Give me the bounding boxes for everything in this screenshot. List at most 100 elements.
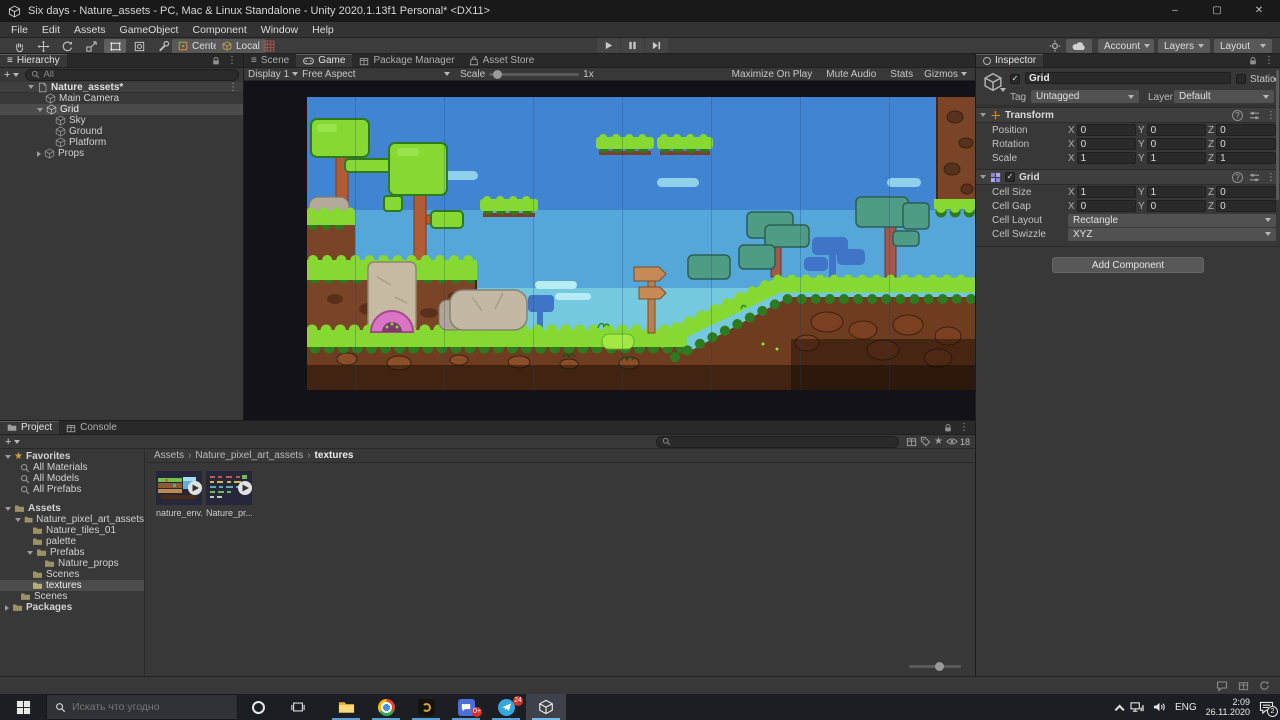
menu-component[interactable]: Component <box>185 22 253 38</box>
static-checkbox[interactable] <box>1236 74 1246 84</box>
minimize-button[interactable]: – <box>1154 0 1196 22</box>
menu-gameobject[interactable]: GameObject <box>113 22 186 38</box>
tree-palette[interactable]: palette <box>0 536 144 547</box>
create-object-caret[interactable] <box>13 73 19 77</box>
panel-menu-icon[interactable]: ⋮ <box>227 55 237 66</box>
tag-dropdown[interactable]: Untagged <box>1031 90 1139 103</box>
project-search-input[interactable] <box>674 436 893 447</box>
search-by-label-icon[interactable] <box>920 436 931 447</box>
rotation-y-field[interactable]: 0 <box>1147 138 1206 150</box>
custom-tool-icon[interactable] <box>152 39 174 53</box>
cloud-services-button[interactable] <box>1066 39 1092 53</box>
display-dropdown[interactable]: Display 1 <box>248 69 298 80</box>
panel-menu-icon[interactable]: ⋮ <box>959 422 969 433</box>
tab-scene[interactable]: ≡ Scene <box>244 54 296 67</box>
favorites-all-prefabs[interactable]: All Prefabs <box>0 484 144 495</box>
close-button[interactable]: ✕ <box>1238 0 1280 22</box>
favorites-root[interactable]: ★ Favorites <box>0 451 144 462</box>
action-center-button[interactable]: 2 <box>1259 701 1274 714</box>
hierarchy-item-main-camera[interactable]: Main Camera <box>0 93 243 104</box>
cell-size-z-field[interactable]: 0 <box>1216 186 1276 198</box>
presets-icon[interactable] <box>1249 110 1260 121</box>
task-view-button[interactable] <box>278 694 318 720</box>
tree-scenes[interactable]: Scenes <box>0 591 144 602</box>
rect-tool-icon[interactable] <box>104 39 126 53</box>
active-checkbox[interactable]: ✓ <box>1010 74 1020 84</box>
menu-help[interactable]: Help <box>305 22 341 38</box>
cell-gap-x-field[interactable]: 0 <box>1077 200 1136 212</box>
console-message-icon[interactable] <box>1216 680 1228 692</box>
tree-nature-tiles-01[interactable]: Nature_tiles_01 <box>0 525 144 536</box>
cell-gap-z-field[interactable]: 0 <box>1216 200 1276 212</box>
scale-y-field[interactable]: 1 <box>1147 152 1206 164</box>
start-button[interactable] <box>0 694 46 720</box>
move-tool-icon[interactable] <box>32 39 54 53</box>
hierarchy-item-sky[interactable]: Sky <box>0 115 243 126</box>
tab-project[interactable]: Project <box>0 421 59 434</box>
rotate-tool-icon[interactable] <box>56 39 78 53</box>
menu-file[interactable]: File <box>4 22 35 38</box>
scene-menu-icon[interactable]: ⋮ <box>228 82 243 93</box>
thumbnail-zoom-knob[interactable] <box>935 662 944 671</box>
play-button[interactable] <box>597 38 620 53</box>
taskbar-search[interactable] <box>46 694 238 720</box>
cell-gap-y-field[interactable]: 0 <box>1147 200 1206 212</box>
tray-expand-chevron-icon[interactable] <box>1115 704 1125 714</box>
create-asset-button[interactable]: + <box>5 436 11 448</box>
project-search[interactable] <box>656 436 899 448</box>
media-app-button[interactable] <box>406 694 446 720</box>
favorites-all-models[interactable]: All Models <box>0 473 144 484</box>
component-menu-icon[interactable]: ⋮ <box>1266 172 1276 183</box>
rotation-z-field[interactable]: 0 <box>1216 138 1276 150</box>
object-name-field[interactable]: Grid <box>1025 72 1231 84</box>
menu-window[interactable]: Window <box>254 22 305 38</box>
scene-row[interactable]: Nature_assets* ⋮ <box>0 82 243 93</box>
position-z-field[interactable]: 0 <box>1216 124 1276 136</box>
help-icon[interactable]: ? <box>1232 172 1243 183</box>
help-icon[interactable]: ? <box>1232 110 1243 121</box>
hierarchy-search-input[interactable] <box>43 69 233 80</box>
grid-component-header[interactable]: ✓ Grid ? ⋮ <box>976 169 1280 185</box>
tree-prefabs[interactable]: Prefabs <box>0 547 144 558</box>
favorites-all-materials[interactable]: All Materials <box>0 462 144 473</box>
package-status-icon[interactable] <box>1238 680 1249 691</box>
refresh-status-icon[interactable] <box>1259 680 1270 691</box>
hierarchy-item-platform[interactable]: Platform <box>0 137 243 148</box>
stats-toggle[interactable]: Stats <box>883 69 920 80</box>
chrome-button[interactable] <box>366 694 406 720</box>
hierarchy-item-props[interactable]: Props <box>0 148 243 159</box>
breadcrumb-nature-pixel-art-assets[interactable]: Nature_pixel_art_assets <box>195 450 303 461</box>
transform-header[interactable]: Transform ? ⋮ <box>976 107 1280 123</box>
icon-picker-caret[interactable] <box>1000 88 1006 92</box>
scale-x-field[interactable]: 1 <box>1077 152 1136 164</box>
mute-audio-toggle[interactable]: Mute Audio <box>819 69 883 80</box>
transform-tool-icon[interactable] <box>128 39 150 53</box>
tab-game[interactable]: Game <box>296 54 352 67</box>
inspector-scrollbar[interactable] <box>1276 70 1279 200</box>
add-component-button[interactable]: Add Component <box>1052 257 1204 273</box>
layout-dropdown[interactable]: Layout <box>1214 39 1272 53</box>
asset-nature-env[interactable]: nature_env... <box>156 471 202 518</box>
maximize-on-play-toggle[interactable]: Maximize On Play <box>725 69 820 80</box>
tab-console[interactable]: Console <box>59 421 124 434</box>
tab-package-manager[interactable]: Package Manager <box>352 54 461 67</box>
tab-hierarchy[interactable]: ≡ Hierarchy <box>0 54 67 67</box>
hierarchy-item-ground[interactable]: Ground <box>0 126 243 137</box>
cell-swizzle-dropdown[interactable]: XYZ <box>1068 228 1276 241</box>
lock-icon[interactable] <box>1248 56 1258 66</box>
lock-icon[interactable] <box>211 56 221 66</box>
breadcrumb-assets[interactable]: Assets <box>154 450 184 461</box>
tree-nature-pixel-art-assets[interactable]: Nature_pixel_art_assets <box>0 514 144 525</box>
thumbnail-zoom-slider[interactable] <box>909 665 961 668</box>
cortana-button[interactable] <box>238 694 278 720</box>
lock-icon[interactable] <box>943 423 953 433</box>
scale-slider-knob[interactable] <box>493 70 502 79</box>
search-by-type-icon[interactable] <box>906 436 917 447</box>
menu-edit[interactable]: Edit <box>35 22 67 38</box>
create-object-button[interactable]: + <box>4 69 10 81</box>
saved-search-star-icon[interactable]: ★ <box>934 436 943 447</box>
layers-dropdown[interactable]: Layers <box>1158 39 1210 53</box>
pause-button[interactable] <box>621 38 644 53</box>
aspect-dropdown[interactable]: Free Aspect <box>302 69 450 80</box>
gizmos-dropdown[interactable]: Gizmos <box>920 69 971 80</box>
